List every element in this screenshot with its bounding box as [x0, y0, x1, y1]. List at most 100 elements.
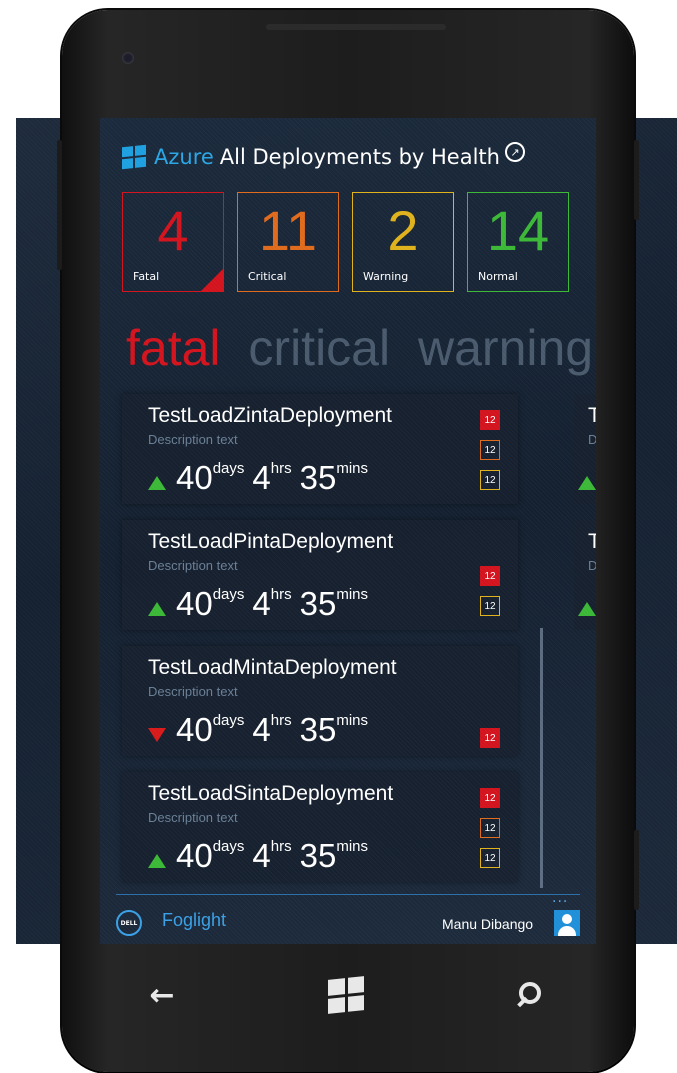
- fatal-badge: 12: [480, 728, 500, 748]
- search-button[interactable]: [508, 975, 548, 1015]
- days-value: 40: [176, 837, 213, 874]
- pivot-fatal[interactable]: fatal: [126, 320, 221, 376]
- hours-value: 4: [252, 585, 271, 622]
- tile-label: Critical: [248, 270, 287, 283]
- trend-up-icon: [578, 602, 596, 616]
- trend-up-icon: [148, 602, 166, 616]
- tile-count: 2: [387, 199, 419, 262]
- days-unit: days: [212, 586, 245, 603]
- days-value: 40: [176, 459, 213, 496]
- deployment-description: Description text: [588, 432, 596, 447]
- page-title: All Deployments by Health: [219, 145, 500, 169]
- deployment-name: TestLoad: [588, 530, 596, 553]
- trend-down-icon: [148, 728, 166, 742]
- deployment-card[interactable]: TestLoadSintaDeployment Description text…: [122, 772, 518, 882]
- health-summary-tiles: 4 Fatal 11 Critical 2 Warning 14 Normal: [122, 192, 569, 292]
- trend-up-icon: [578, 476, 596, 490]
- front-camera-icon: [122, 52, 134, 64]
- deployment-description: Description text: [148, 810, 238, 825]
- user-name[interactable]: Manu Dibango: [442, 916, 533, 932]
- deployment-description: Description text: [588, 558, 596, 573]
- tile-critical[interactable]: 11 Critical: [237, 192, 339, 292]
- hours-unit: hrs: [270, 712, 292, 729]
- uptime-duration: 40 days 4 hrs 35 mins: [148, 460, 376, 496]
- deployment-name: TestLoadZintaDeployment: [148, 404, 392, 427]
- minutes-value: 35: [299, 459, 337, 496]
- windows-logo-icon: [328, 976, 364, 1014]
- hours-value: 4: [252, 711, 271, 748]
- tile-count: 14: [486, 199, 550, 262]
- next-column-card[interactable]: TestLoad Description text 40d: [574, 394, 596, 504]
- pivot-headers: fatal critical warning: [126, 318, 596, 378]
- warning-badge: 12: [480, 596, 500, 616]
- uptime-duration: 40 days 4 hrs 35 mins: [148, 712, 376, 748]
- deployment-name: TestLoadSintaDeployment: [148, 782, 394, 805]
- hours-value: 4: [252, 837, 271, 874]
- camera-button: [634, 830, 639, 910]
- minutes-value: 35: [299, 711, 337, 748]
- warning-badge: 12: [480, 470, 500, 490]
- pivot-critical[interactable]: critical: [248, 320, 390, 376]
- tile-normal[interactable]: 14 Normal: [467, 192, 569, 292]
- critical-badge: 12: [480, 440, 500, 460]
- tile-fatal[interactable]: 4 Fatal: [122, 192, 224, 292]
- speaker-grille: [266, 24, 446, 30]
- selected-corner-icon: [201, 269, 223, 291]
- days-value: 40: [176, 711, 213, 748]
- fatal-badge: 12: [480, 410, 500, 430]
- deployment-card[interactable]: TestLoadMintaDeployment Description text…: [122, 646, 518, 756]
- trend-up-icon: [148, 854, 166, 868]
- more-options-icon[interactable]: ...: [552, 890, 568, 906]
- deployment-name: TestLoadMintaDeployment: [148, 656, 397, 679]
- deployment-description: Description text: [148, 432, 238, 447]
- tile-warning[interactable]: 2 Warning: [352, 192, 454, 292]
- hours-value: 4: [252, 459, 271, 496]
- days-value: 40: [176, 585, 213, 622]
- hours-unit: hrs: [270, 586, 292, 603]
- minutes-value: 35: [299, 837, 337, 874]
- windows-logo-icon: [122, 144, 146, 170]
- start-button[interactable]: [326, 975, 366, 1015]
- deployment-card[interactable]: TestLoadZintaDeployment Description text…: [122, 394, 518, 504]
- deployment-card[interactable]: TestLoadPintaDeployment Description text…: [122, 520, 518, 630]
- deployment-description: Description text: [148, 558, 238, 573]
- minutes-value: 35: [299, 585, 337, 622]
- uptime-duration: 40 days 4 hrs 35 mins: [148, 586, 376, 622]
- deployment-name: TestLoad: [588, 404, 596, 427]
- user-avatar-icon[interactable]: [554, 910, 580, 936]
- dell-logo-icon: DELL: [116, 910, 142, 936]
- minutes-unit: mins: [336, 712, 368, 729]
- back-button[interactable]: ←: [142, 975, 182, 1015]
- next-column-card[interactable]: TestLoad Description text 40d: [574, 520, 596, 630]
- volume-button: [57, 140, 62, 270]
- app-header: Azure All Deployments by Health ↗: [122, 142, 525, 172]
- external-link-icon[interactable]: ↗: [504, 142, 525, 162]
- uptime-duration: 40 days 4 hrs 35 mins: [148, 838, 376, 874]
- deployment-name: TestLoadPintaDeployment: [148, 530, 394, 553]
- brand-name: Azure: [154, 145, 214, 169]
- critical-badge: 12: [480, 818, 500, 838]
- warning-badge: 12: [480, 848, 500, 868]
- minutes-unit: mins: [336, 586, 368, 603]
- days-unit: days: [212, 712, 245, 729]
- pivot-warning[interactable]: warning: [418, 320, 593, 376]
- back-arrow-icon: ←: [149, 977, 175, 1013]
- phone-screen: Azure All Deployments by Health ↗ 4 Fata…: [100, 118, 596, 944]
- minutes-unit: mins: [336, 838, 368, 855]
- scrollbar[interactable]: [540, 628, 543, 888]
- power-button: [634, 140, 639, 220]
- hours-unit: hrs: [270, 460, 292, 477]
- minutes-unit: mins: [336, 460, 368, 477]
- hours-unit: hrs: [270, 838, 292, 855]
- days-unit: days: [212, 460, 245, 477]
- deployment-description: Description text: [148, 684, 238, 699]
- fatal-badge: 12: [480, 788, 500, 808]
- tile-label: Fatal: [133, 270, 160, 283]
- tile-count: 4: [157, 199, 189, 262]
- tile-label: Warning: [363, 270, 409, 283]
- fatal-badge: 12: [480, 566, 500, 586]
- tile-label: Normal: [478, 270, 518, 283]
- product-name: Foglight: [162, 910, 227, 930]
- search-icon: [515, 982, 541, 1008]
- trend-up-icon: [148, 476, 166, 490]
